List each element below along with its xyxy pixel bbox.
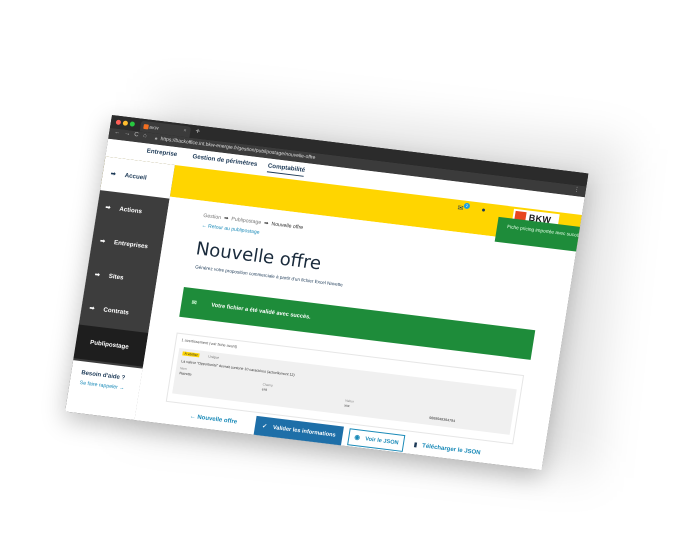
toast-message: Fiche pricing importée avec succès (506, 225, 582, 240)
sidebar-item-label: Actions (118, 205, 143, 216)
app: Entreprise Gestion de périmètres Comptab… (65, 138, 585, 470)
arrow-right-icon: ➡ (99, 238, 106, 246)
field-label: Nom (179, 366, 188, 371)
new-offer-back-button[interactable]: ← Nouvelle offre (189, 414, 237, 426)
download-json-label: Télécharger le JSON (421, 443, 481, 457)
menu-icon[interactable]: ⋮ (573, 186, 580, 194)
close-window-dot[interactable] (115, 119, 122, 126)
topnav-item-comptabilite[interactable]: Comptabilité (266, 162, 306, 177)
sidebar-item-label: Sites (108, 272, 124, 282)
mail-icon: ✉ (191, 300, 197, 307)
browser-window: BKW × + ← → C ⌂ 🔒︎ https://backoffice.int… (65, 115, 589, 470)
field-value: 9868948394784 (428, 415, 456, 424)
field-valeur: Valeur xxx (344, 399, 354, 409)
field-value: xxx (343, 403, 350, 409)
maximize-window-dot[interactable] (129, 121, 136, 127)
scene: BKW × + ← → C ⌂ 🔒︎ https://backoffice.int… (0, 0, 689, 539)
sidebar-item-publipostage[interactable]: Publipostage (73, 324, 149, 367)
back-icon[interactable]: ← (114, 129, 121, 136)
success-message: Votre fichier a été validé avec succès. (210, 302, 312, 321)
notification-badge: 2 (463, 202, 471, 210)
sidebar-item-label: Publipostage (89, 339, 130, 351)
breadcrumb-arrow-icon: ➡ (263, 220, 269, 227)
eye-icon: ◉ (353, 433, 361, 442)
breadcrumb-current: Nouvelle offre (270, 221, 304, 232)
field-reference: 9868948394784 (429, 415, 456, 423)
breadcrumb-gestion[interactable]: Gestion (203, 213, 222, 221)
tab-title: BKW (149, 124, 159, 131)
breadcrumb-publipostage[interactable]: Publipostage (231, 216, 262, 226)
arrow-right-icon: ➡ (110, 171, 117, 178)
close-tab-icon[interactable]: × (182, 126, 187, 137)
home-icon[interactable]: ⌂ (143, 133, 148, 139)
field-value: ent (261, 387, 268, 392)
reload-icon[interactable]: C (134, 132, 139, 138)
breadcrumb-arrow-icon: ➡ (223, 215, 229, 222)
check-icon: ✓ (261, 423, 268, 431)
type-tag: Unique (208, 354, 220, 360)
sidebar-item-label: Entreprises (113, 239, 149, 251)
favicon-icon (143, 123, 149, 130)
validation-header: 1 avertissement (voir fiche avant) (181, 338, 238, 349)
sidebar-item-label: Contrats (102, 306, 130, 317)
status-badge: À vérifier (182, 351, 201, 358)
field-nom: Nom Navette (179, 366, 193, 376)
user-icon[interactable]: ● (481, 207, 486, 214)
document-icon: ▮ (413, 442, 418, 449)
warning-text: La valeur "Opportunité" devrait contenir… (180, 359, 295, 378)
callback-link[interactable]: Se faire rappeler → (79, 380, 125, 391)
field-value: Navette (179, 371, 192, 377)
arrow-right-icon: ➡ (94, 272, 101, 279)
new-tab-icon[interactable]: + (195, 126, 201, 135)
help-title: Besoin d'aide ? (80, 370, 126, 382)
validate-button-label: Valider les informations (272, 424, 337, 439)
sidebar-item-label: Accueil (124, 172, 148, 182)
topnav-item-entreprise[interactable]: Entreprise (146, 148, 177, 159)
minimize-window-dot[interactable] (122, 120, 129, 126)
arrow-right-icon: ➡ (88, 305, 95, 313)
download-json-button[interactable]: ▮ Télécharger le JSON (413, 441, 481, 456)
lock-icon: 🔒︎ (154, 135, 158, 142)
forward-icon[interactable]: → (124, 131, 131, 138)
arrow-right-icon: ➡ (104, 204, 111, 212)
topnav-item-gestion-perimetres[interactable]: Gestion de périmètres (192, 153, 258, 168)
view-json-label: Voir le JSON (364, 436, 399, 447)
field-champ: Champ ent (262, 382, 274, 392)
help-box: Besoin d'aide ? Se faire rappeler → (65, 360, 143, 421)
